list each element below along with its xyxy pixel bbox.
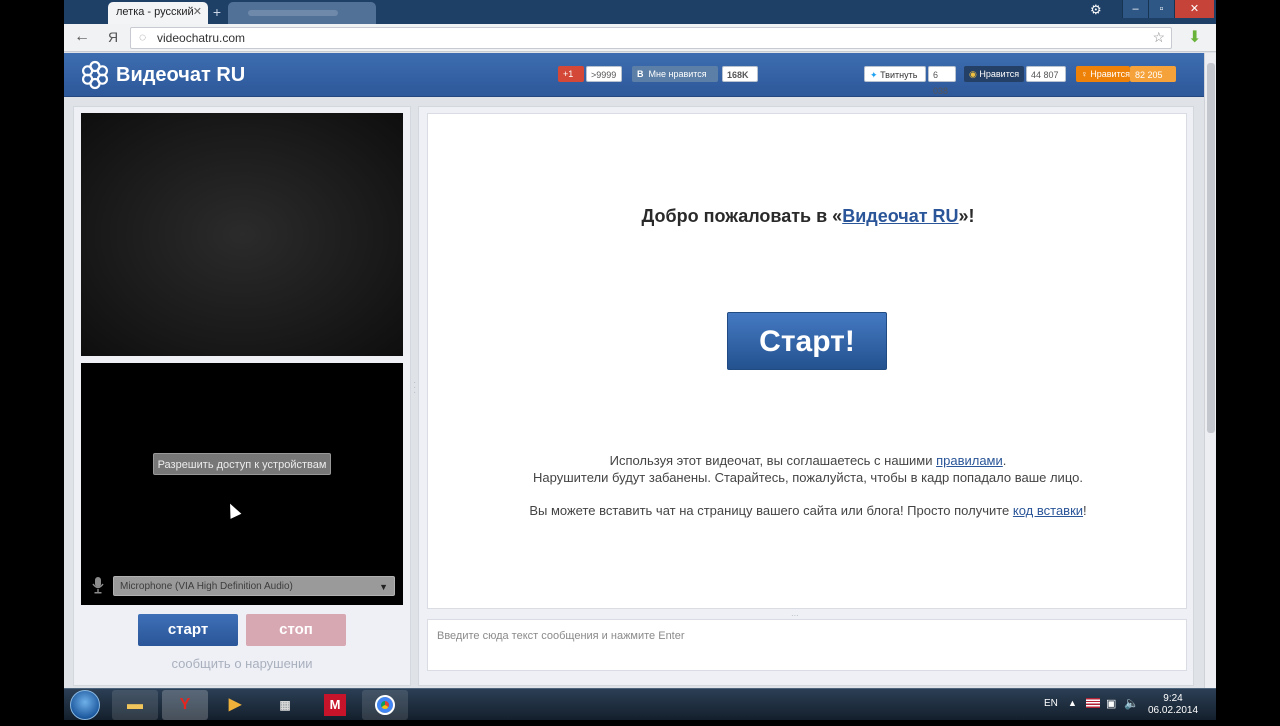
tweet-label: Твитнуть [880, 70, 918, 80]
like-button[interactable]: ◉ Нравится [964, 66, 1024, 82]
embed-notice: Вы можете вставить чат на страницу вашег… [428, 503, 1188, 518]
volume-icon[interactable]: 🔈 [1124, 696, 1139, 710]
vertical-scrollbar[interactable] [1204, 53, 1216, 688]
scrollbar-thumb[interactable] [1207, 63, 1215, 433]
start-button[interactable]: старт [138, 614, 238, 646]
report-violation-link[interactable]: сообщить о нарушении [74, 656, 410, 671]
gplus-count: >9999 [586, 66, 622, 82]
microphone-select-value: Microphone (VIA High Definition Audio) [120, 581, 293, 592]
welcome-prefix: Добро пожаловать в « [641, 206, 843, 226]
windows-start-button[interactable] [70, 690, 100, 720]
embed-notice-end: ! [1083, 503, 1087, 518]
stop-button[interactable]: стоп [246, 614, 346, 646]
mouse-cursor-icon [224, 501, 242, 519]
taskbar-explorer-folder-icon[interactable]: ▬ [112, 690, 158, 720]
tab-label: летка - русский [116, 6, 194, 18]
welcome-suffix: »! [958, 206, 975, 226]
close-window-button[interactable]: ✕ [1174, 0, 1214, 18]
odnoklassniki-icon: ♀ [1081, 69, 1088, 79]
my-video: Разрешить доступ к устройствам Microphon… [81, 363, 403, 605]
tab-bar: 29 летка - русский ✕ + ⚙ – ▫ ✕ [64, 0, 1216, 24]
clock-time: 9:24 [1163, 693, 1183, 704]
tab-blurred-title [248, 10, 338, 16]
chat-panel: Добро пожаловать в «Видеочат RU»! Старт!… [418, 106, 1194, 686]
vk-icon: В [637, 69, 644, 79]
gplus-button[interactable]: +1 [558, 66, 584, 82]
download-arrow-icon[interactable]: ⬇ [1188, 27, 1201, 47]
video-panel: Разрешить доступ к устройствам Microphon… [73, 106, 411, 686]
vk-like-count: 168K [722, 66, 758, 82]
browser-window: 29 летка - русский ✕ + ⚙ – ▫ ✕ ← Я ◌ vid… [64, 0, 1216, 688]
panel-resize-handle[interactable]: · · · [413, 378, 416, 398]
tab-videochat[interactable]: летка - русский ✕ [108, 2, 208, 24]
taskbar-chrome-icon[interactable] [362, 690, 408, 720]
taskbar-m-app-icon[interactable]: M [312, 690, 358, 720]
odnoklassniki-like-label: Нравится [1090, 69, 1130, 79]
partner-video [81, 113, 403, 356]
rules-notice-end: . [1002, 453, 1007, 468]
close-tab-icon[interactable]: ✕ [193, 2, 202, 22]
microphone-icon [92, 577, 104, 594]
embed-code-link[interactable]: код вставки [1013, 503, 1083, 518]
like-label: Нравится [979, 69, 1020, 79]
language-indicator[interactable]: EN [1044, 698, 1058, 709]
chevron-down-icon: ▼ [379, 582, 388, 592]
yandex-icon[interactable]: Я [108, 29, 118, 45]
network-icon[interactable]: ▣ [1106, 697, 1116, 710]
tray-expand-icon[interactable]: ▲ [1068, 698, 1077, 708]
site-logo-text[interactable]: Видеочат RU [116, 64, 245, 87]
page-icon: ◌ [139, 30, 147, 44]
system-clock[interactable]: 9:24 06.02.2014 [1148, 693, 1198, 717]
like-circle-icon: ◉ [969, 69, 977, 79]
windows-taskbar: ▬ Y ▶ ▦ M EN ▲ ▣ 🔈 9:24 06.02.2014 [64, 688, 1216, 720]
ban-warning: Нарушители будут забанены. Старайтесь, п… [533, 470, 1083, 485]
site-header: Видеочат RU +1 >9999 В Мне нравится 168K… [64, 53, 1204, 97]
embed-notice-text: Вы можете вставить чат на страницу вашег… [529, 503, 1013, 518]
welcome-heading: Добро пожаловать в «Видеочат RU»! [428, 206, 1188, 227]
message-input[interactable]: Введите сюда текст сообщения и нажмите E… [427, 619, 1187, 671]
big-start-button[interactable]: Старт! [727, 312, 887, 370]
new-tab-button[interactable]: + [210, 5, 224, 19]
bookmark-star-icon[interactable]: ☆ [1152, 29, 1165, 46]
message-input-placeholder: Введите сюда текст сообщения и нажмите E… [437, 630, 685, 642]
microphone-select[interactable]: Microphone (VIA High Definition Audio) ▼ [113, 576, 395, 596]
rules-notice-text: Используя этот видеочат, вы соглашаетесь… [609, 453, 937, 468]
clock-date: 06.02.2014 [1148, 705, 1199, 716]
maximize-button[interactable]: ▫ [1148, 0, 1174, 18]
tweet-button[interactable]: ✦ Твитнуть [864, 66, 926, 82]
rules-notice: Используя этот видеочат, вы соглашаетесь… [428, 453, 1188, 468]
minimize-button[interactable]: – [1122, 0, 1148, 18]
navigation-bar: ← Я ◌ videochatru.com ☆ ⬇ [64, 24, 1216, 52]
like-count: 44 807 [1026, 66, 1066, 82]
welcome-site-link[interactable]: Видеочат RU [842, 206, 958, 226]
address-bar[interactable]: ◌ videochatru.com ☆ [130, 27, 1172, 49]
vk-like-button[interactable]: В Мне нравится [632, 66, 718, 82]
back-arrow-icon[interactable]: ← [74, 28, 90, 46]
rules-link[interactable]: правилами [936, 453, 1003, 468]
twitter-bird-icon: ✦ [870, 70, 878, 80]
chrome-icon [375, 695, 395, 715]
chat-messages-area: Добро пожаловать в «Видеочат RU»! Старт!… [427, 113, 1187, 609]
taskbar-yandex-browser-icon[interactable]: Y [162, 690, 208, 720]
taskbar-media-player-icon[interactable]: ▶ [212, 690, 258, 720]
vk-like-label: Мне нравится [648, 69, 707, 79]
url-text: videochatru.com [157, 31, 246, 45]
tray-flag-icon[interactable] [1086, 698, 1100, 708]
gear-icon[interactable]: ⚙ [1090, 2, 1102, 18]
odnoklassniki-like-button[interactable]: ♀ Нравится [1076, 66, 1130, 82]
tab-other[interactable] [228, 2, 376, 24]
allow-device-access-button[interactable]: Разрешить доступ к устройствам [153, 453, 331, 475]
tweet-count: 6 038 [928, 66, 956, 96]
odnoklassniki-like-count: 82 205 [1130, 66, 1176, 82]
logo-flower-icon [81, 60, 108, 90]
taskbar-app-icon[interactable]: ▦ [262, 690, 308, 720]
